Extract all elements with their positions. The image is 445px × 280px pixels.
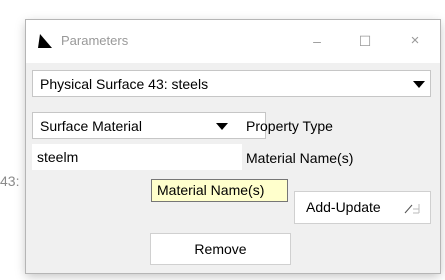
add-update-button[interactable]: Add-Update: [294, 191, 431, 224]
dropdown-arrow-icon[interactable]: [216, 123, 228, 130]
property-type-select[interactable]: Surface Material: [32, 112, 266, 139]
close-button[interactable]: ×: [400, 29, 430, 53]
property-type-label: Property Type: [246, 118, 333, 134]
title-bar[interactable]: Parameters – ☐ ×: [26, 20, 440, 63]
parameters-window: Parameters – ☐ × Physical Surface 43: st…: [26, 20, 440, 273]
material-name-tooltip: Material Name(s): [151, 179, 288, 202]
material-name-input[interactable]: [32, 144, 242, 170]
property-type-value: Surface Material: [40, 118, 142, 134]
background-window-text: 43:: [0, 173, 20, 189]
material-name-label: Material Name(s): [246, 150, 354, 166]
minimize-button[interactable]: –: [302, 29, 332, 53]
maximize-button[interactable]: ☐: [350, 29, 380, 53]
surface-select-value: Physical Surface 43: steels: [40, 76, 209, 92]
window-title: Parameters: [61, 33, 129, 48]
add-update-label: Add-Update: [306, 199, 381, 215]
surface-select[interactable]: Physical Surface 43: steels: [32, 70, 431, 97]
app-icon: [38, 34, 52, 48]
remove-button[interactable]: Remove: [150, 233, 291, 265]
dropdown-arrow-icon[interactable]: [413, 81, 425, 88]
resize-grip-icon: [404, 204, 420, 214]
